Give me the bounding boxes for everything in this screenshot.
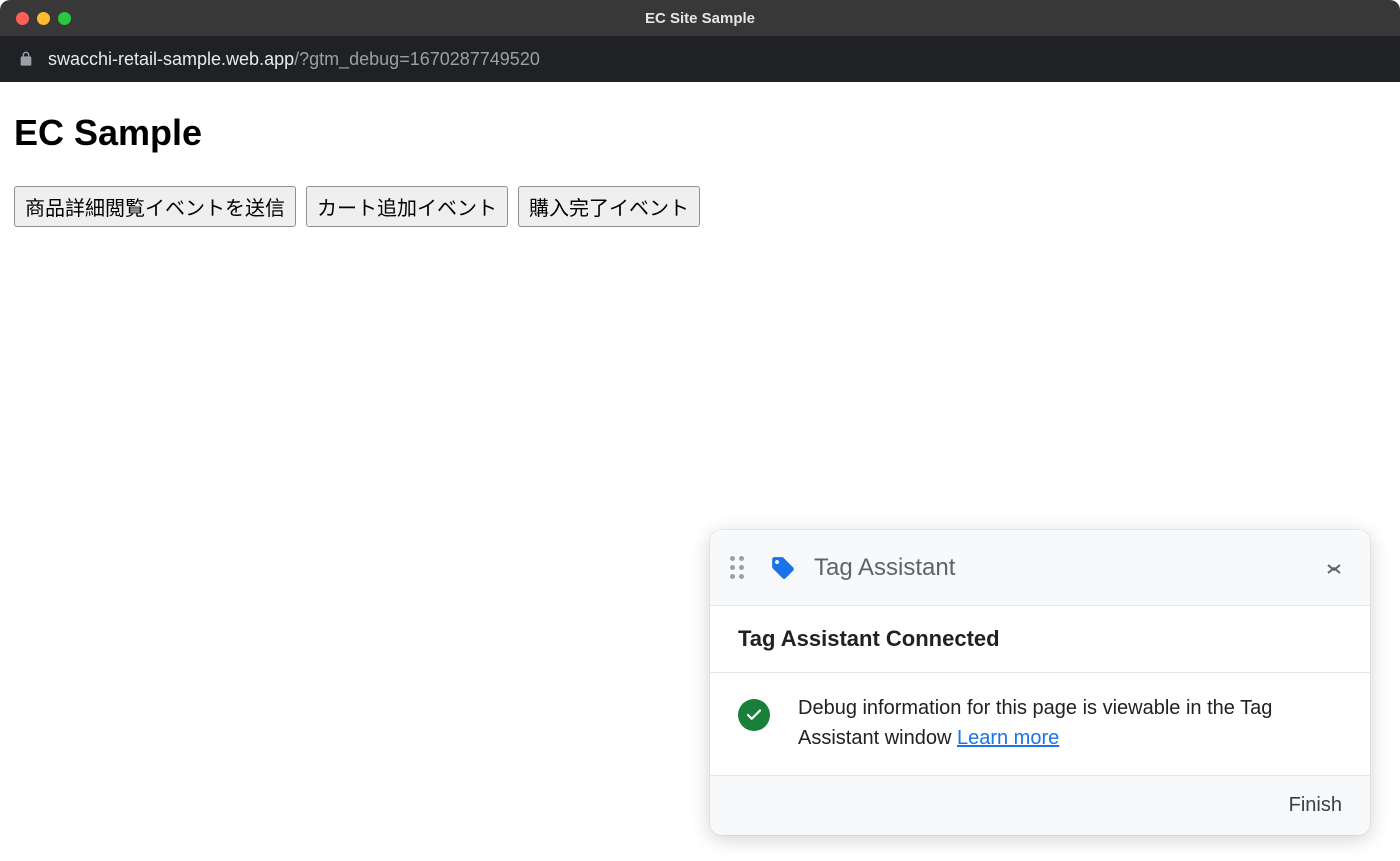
- tag-assistant-message: Debug information for this page is viewa…: [798, 693, 1342, 753]
- add-to-cart-event-button[interactable]: カート追加イベント: [306, 186, 508, 227]
- tag-assistant-footer: Finish: [710, 776, 1370, 835]
- page-content: EC Sample 商品詳細閲覧イベントを送信 カート追加イベント 購入完了イベ…: [0, 82, 1400, 241]
- button-row: 商品詳細閲覧イベントを送信 カート追加イベント 購入完了イベント: [14, 186, 1386, 227]
- window-titlebar: EC Site Sample: [0, 0, 1400, 36]
- purchase-event-button[interactable]: 購入完了イベント: [518, 186, 700, 227]
- collapse-icon[interactable]: [1322, 556, 1346, 580]
- finish-button[interactable]: Finish: [1289, 794, 1342, 817]
- url-path: /?gtm_debug=1670287749520: [294, 49, 540, 69]
- view-item-event-button[interactable]: 商品詳細閲覧イベントを送信: [14, 186, 296, 227]
- tag-assistant-title: Tag Assistant: [814, 554, 1322, 582]
- learn-more-link[interactable]: Learn more: [957, 727, 1059, 749]
- traffic-lights: [0, 12, 71, 25]
- check-circle-icon: [738, 699, 770, 731]
- url-text: swacchi-retail-sample.web.app/?gtm_debug…: [48, 49, 540, 70]
- drag-handle-icon[interactable]: [730, 556, 750, 579]
- minimize-window-button[interactable]: [37, 12, 50, 25]
- maximize-window-button[interactable]: [58, 12, 71, 25]
- lock-icon: [18, 51, 34, 67]
- close-window-button[interactable]: [16, 12, 29, 25]
- tag-assistant-body: Debug information for this page is viewa…: [710, 673, 1370, 776]
- address-bar[interactable]: swacchi-retail-sample.web.app/?gtm_debug…: [0, 36, 1400, 82]
- tag-assistant-connected-heading: Tag Assistant Connected: [710, 606, 1370, 673]
- url-host: swacchi-retail-sample.web.app: [48, 49, 294, 69]
- page-title: EC Sample: [14, 112, 1386, 154]
- tag-assistant-header: Tag Assistant: [710, 530, 1370, 606]
- window-title: EC Site Sample: [0, 10, 1400, 27]
- tag-assistant-panel: Tag Assistant Tag Assistant Connected De…: [710, 530, 1370, 835]
- tag-assistant-icon: [770, 555, 796, 581]
